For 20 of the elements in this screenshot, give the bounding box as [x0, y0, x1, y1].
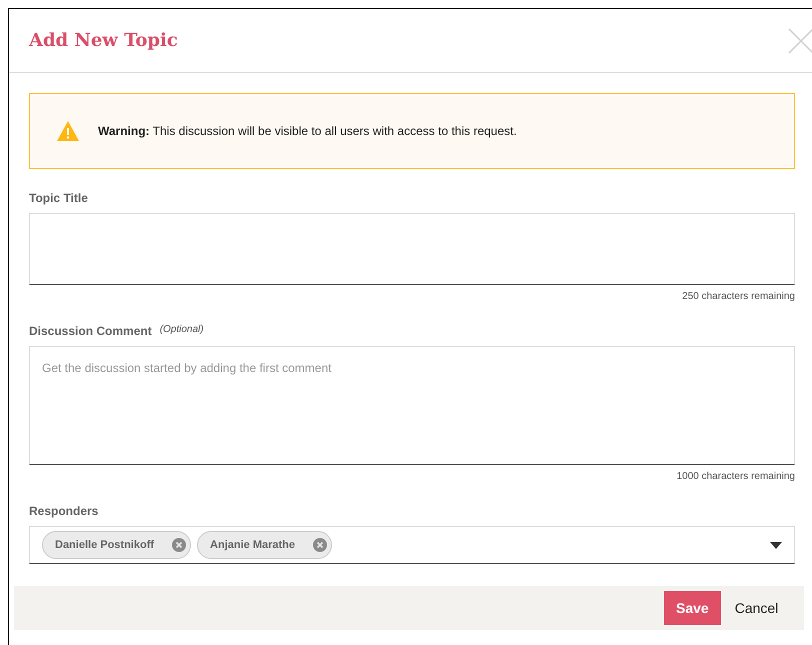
topic-title-field[interactable]	[29, 213, 795, 285]
warning-text: Warning: This discussion will be visible to all users with access to this request.	[98, 124, 517, 138]
field-label: Discussion Comment	[29, 324, 152, 338]
warning-icon	[56, 120, 80, 142]
field-label: Responders	[29, 504, 98, 518]
field-label: Topic Title	[29, 191, 88, 205]
dialog-title: Add New Topic	[29, 30, 178, 51]
close-icon[interactable]	[788, 28, 812, 54]
responders-field[interactable]: Danielle Postnikoff Anjanie Marathe	[29, 526, 795, 564]
character-counter: 1000 characters remaining	[676, 471, 795, 482]
discussion-comment-field[interactable]: Get the discussion started by adding the first comment	[29, 346, 795, 465]
remove-icon[interactable]	[172, 538, 186, 552]
character-counter: 250 characters remaining	[682, 291, 795, 302]
responder-name: Anjanie Marathe	[210, 539, 295, 551]
cancel-button[interactable]: Cancel	[734, 600, 778, 616]
caret-icon[interactable]	[770, 542, 782, 548]
optional-hint: (Optional)	[160, 324, 204, 335]
remove-icon[interactable]	[313, 538, 327, 552]
save-button[interactable]: Save	[664, 591, 721, 625]
responder-name: Danielle Postnikoff	[55, 539, 154, 551]
